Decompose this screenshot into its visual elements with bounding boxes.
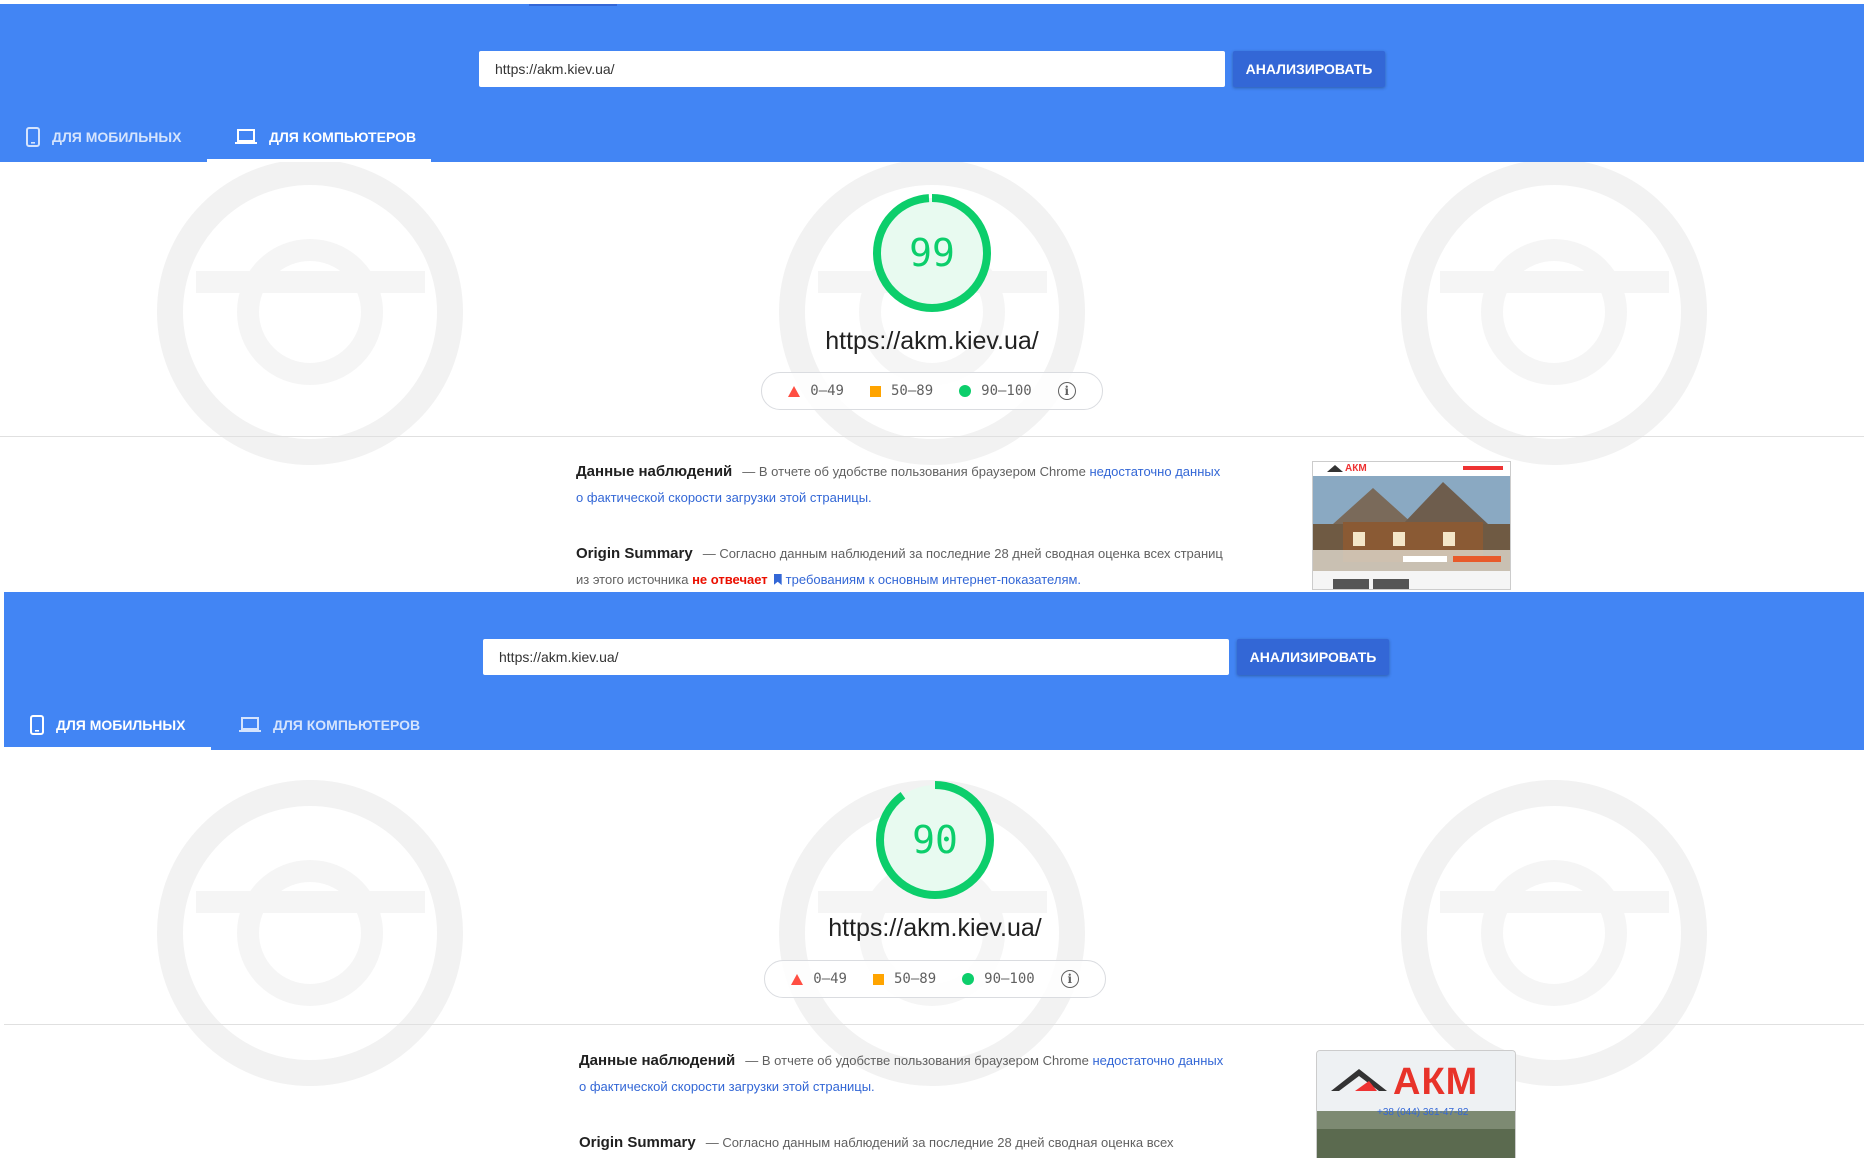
field-data-section: Данные наблюдений — В отчете об удобстве … <box>579 1048 1229 1100</box>
analyze-button[interactable]: АНАЛИЗИРОВАТЬ <box>1233 51 1385 87</box>
red-triangle-icon <box>788 385 801 397</box>
thumbnail-phone-text: +38 (044) 361-47-82 <box>1377 1107 1469 1118</box>
field-data-title: Данные наблюдений <box>579 1052 736 1069</box>
origin-summary-status: не отвечает <box>692 572 768 587</box>
green-circle-icon <box>962 973 975 985</box>
legend-average: 50–89 <box>869 383 934 399</box>
phone-icon <box>30 715 44 735</box>
bookmark-icon <box>773 574 782 585</box>
active-tab-indicator <box>4 747 211 750</box>
header-indicator <box>529 4 617 6</box>
tab-mobile[interactable]: ДЛЯ МОБИЛЬНЫХ <box>4 700 211 750</box>
orange-square-icon <box>872 973 884 985</box>
url-input[interactable] <box>479 51 1225 87</box>
desktop-report-panel: АНАЛИЗИРОВАТЬ ДЛЯ МОБИЛЬНЫХ ДЛЯ КОМПЬЮТЕ… <box>0 0 1864 590</box>
laptop-icon <box>235 129 257 144</box>
url-input[interactable] <box>483 639 1229 675</box>
laptop-icon <box>239 717 261 732</box>
performance-score-gauge: 99 <box>872 193 992 313</box>
red-triangle-icon <box>791 973 804 985</box>
legend-fail-range: 0–49 <box>813 971 847 987</box>
tab-mobile[interactable]: ДЛЯ МОБИЛЬНЫХ <box>0 112 207 162</box>
phone-icon <box>26 127 40 147</box>
thumbnail-logo-text: АКМ <box>1393 1061 1479 1103</box>
legend-average-range: 50–89 <box>893 971 937 987</box>
orange-square-icon <box>869 385 881 397</box>
legend-pass-range: 90–100 <box>984 971 1035 987</box>
core-web-vitals-link[interactable]: требованиям к основным интернет-показате… <box>786 572 1081 587</box>
page-header: АНАЛИЗИРОВАТЬ ДЛЯ МОБИЛЬНЫХ ДЛЯ КОМПЬЮТЕ… <box>0 4 1864 162</box>
field-data-text: — В отчете об удобстве пользования брауз… <box>745 1053 1093 1068</box>
origin-summary-section: Origin Summary — Согласно данным наблюден… <box>576 541 1226 590</box>
field-data-section: Данные наблюдений — В отчете об удобстве … <box>576 459 1226 511</box>
legend-pass: 90–100 <box>962 971 1035 987</box>
thumbnail-logo-text: АКМ <box>1345 463 1367 474</box>
legend-fail-range: 0–49 <box>810 383 844 399</box>
origin-summary-title: Origin Summary <box>576 545 693 562</box>
tab-desktop-label: ДЛЯ КОМПЬЮТЕРОВ <box>269 129 417 145</box>
legend-pass-range: 90–100 <box>981 383 1032 399</box>
page-screenshot-thumbnail: АКМ +38 (044) 361-47-82 <box>1316 1050 1516 1158</box>
page-header: АНАЛИЗИРОВАТЬ ДЛЯ МОБИЛЬНЫХ ДЛЯ КОМПЬЮТЕ… <box>4 592 1864 750</box>
tab-mobile-label: ДЛЯ МОБИЛЬНЫХ <box>52 129 182 145</box>
origin-summary-section: Origin Summary — Согласно данным наблюден… <box>579 1130 1229 1156</box>
legend-average-range: 50–89 <box>890 383 934 399</box>
score-legend: 0–49 50–89 90–100 i <box>761 372 1103 410</box>
page-screenshot-thumbnail: АКМ <box>1312 461 1511 590</box>
mobile-report-panel: АНАЛИЗИРОВАТЬ ДЛЯ МОБИЛЬНЫХ ДЛЯ КОМПЬЮТЕ… <box>0 590 1864 1158</box>
info-icon[interactable]: i <box>1057 382 1076 400</box>
performance-score: 99 <box>909 231 955 275</box>
section-divider <box>0 436 1864 437</box>
info-icon[interactable]: i <box>1060 970 1079 988</box>
legend-pass: 90–100 <box>959 383 1032 399</box>
legend-fail: 0–49 <box>788 383 844 399</box>
field-data-text: — В отчете об удобстве пользования брауз… <box>742 464 1090 479</box>
legend-fail: 0–49 <box>791 971 847 987</box>
tab-desktop[interactable]: ДЛЯ КОМПЬЮТЕРОВ <box>207 112 431 162</box>
legend-average: 50–89 <box>872 971 937 987</box>
website-preview-image <box>1313 462 1510 589</box>
analyze-button[interactable]: АНАЛИЗИРОВАТЬ <box>1237 639 1389 675</box>
section-divider <box>4 1024 1864 1025</box>
performance-score-gauge: 90 <box>875 780 995 900</box>
performance-score: 90 <box>912 818 958 862</box>
green-circle-icon <box>959 385 972 397</box>
tab-mobile-label: ДЛЯ МОБИЛЬНЫХ <box>56 717 186 733</box>
field-data-title: Данные наблюдений <box>576 463 733 480</box>
origin-summary-title: Origin Summary <box>579 1134 696 1151</box>
tested-url: https://akm.kiev.ua/ <box>825 327 1039 355</box>
tab-desktop[interactable]: ДЛЯ КОМПЬЮТЕРОВ <box>211 700 435 750</box>
active-tab-indicator <box>207 159 431 162</box>
tab-desktop-label: ДЛЯ КОМПЬЮТЕРОВ <box>273 717 421 733</box>
tested-url: https://akm.kiev.ua/ <box>828 914 1042 942</box>
score-legend: 0–49 50–89 90–100 i <box>764 960 1106 998</box>
origin-summary-text: — Согласно данным наблюдений за последни… <box>705 1135 1174 1150</box>
